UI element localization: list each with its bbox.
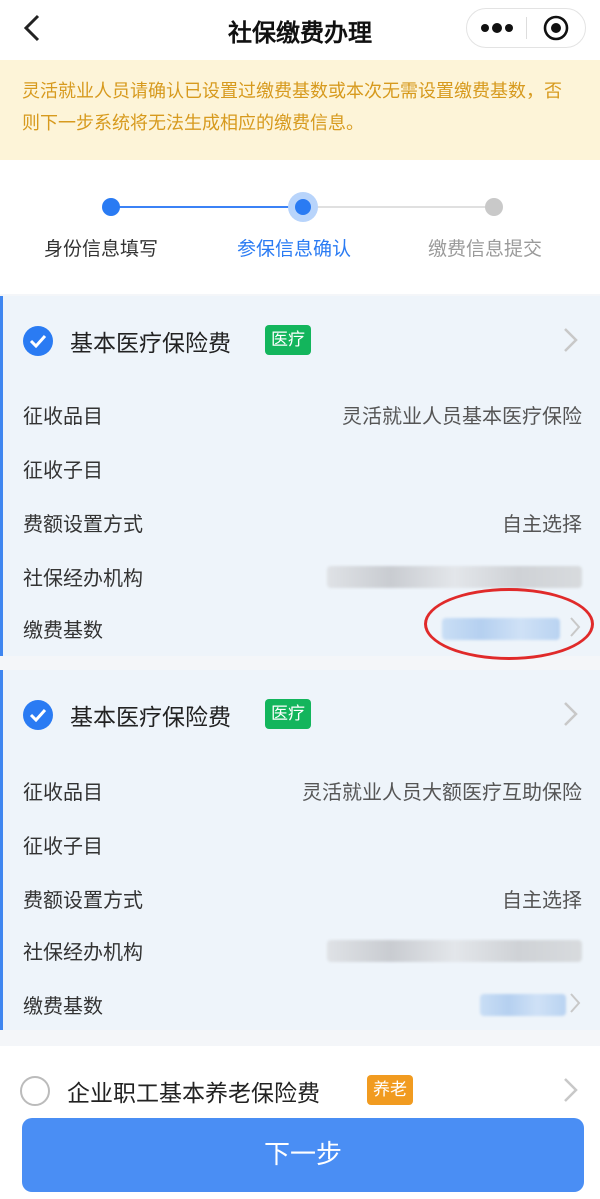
- row-label: 费额设置方式: [23, 888, 143, 912]
- redacted-value: [327, 940, 582, 962]
- step-dot-3: [485, 198, 503, 216]
- card-title: 基本医疗保险费: [70, 331, 231, 357]
- redacted-value: [327, 566, 582, 588]
- card-header[interactable]: 基本医疗保险费 医疗: [3, 670, 600, 762]
- row-collection-item: 征收品目 灵活就业人员基本医疗保险: [23, 392, 582, 432]
- chevron-right-icon[interactable]: [568, 992, 582, 1014]
- step-progress: 身份信息填写 参保信息确认 缴费信息提交: [0, 166, 600, 290]
- row-collection-item: 征收品目 灵活就业人员大额医疗互助保险: [23, 768, 582, 808]
- category-tag: 医疗: [265, 325, 311, 355]
- mini-program-capsule: [466, 8, 586, 48]
- row-value: 自主选择: [502, 888, 582, 912]
- footer-bar: 下一步: [0, 1114, 600, 1199]
- row-value: 灵活就业人员基本医疗保险: [342, 404, 582, 428]
- row-label: 缴费基数: [23, 994, 103, 1018]
- row-label: 社保经办机构: [23, 566, 143, 590]
- category-tag: 养老: [367, 1075, 413, 1105]
- step-label-1: 身份信息填写: [44, 238, 159, 260]
- row-fee-setting-method: 费额设置方式 自主选择: [23, 876, 582, 916]
- step-dot-2: [295, 199, 311, 215]
- card-title: 企业职工基本养老保险费: [67, 1081, 320, 1107]
- step-label-2: 参保信息确认: [237, 238, 352, 260]
- highlight-ellipse: [424, 588, 594, 660]
- category-tag: 医疗: [265, 699, 311, 729]
- row-label: 费额设置方式: [23, 512, 143, 536]
- check-circle-icon[interactable]: [23, 700, 53, 730]
- notice-banner: 灵活就业人员请确认已设置过缴费基数或本次无需设置缴费基数，否则下一步系统将无法生…: [0, 60, 600, 160]
- step-dot-1: [102, 198, 120, 216]
- row-label: 征收子目: [23, 458, 103, 482]
- chevron-right-icon[interactable]: [560, 700, 580, 728]
- unchecked-radio[interactable]: [20, 1076, 50, 1106]
- row-collection-subitem: 征收子目: [23, 446, 582, 486]
- row-label: 社保经办机构: [23, 940, 143, 964]
- row-contribution-base[interactable]: 缴费基数: [23, 982, 582, 1022]
- row-label: 征收品目: [23, 404, 103, 428]
- check-circle-icon[interactable]: [23, 326, 53, 356]
- redacted-value: [480, 994, 566, 1016]
- next-step-button[interactable]: 下一步: [22, 1118, 584, 1192]
- card-title: 基本医疗保险费: [70, 705, 231, 731]
- row-value: 灵活就业人员大额医疗互助保险: [302, 780, 582, 804]
- row-fee-setting-method: 费额设置方式 自主选择: [23, 500, 582, 540]
- chevron-right-icon[interactable]: [560, 326, 580, 354]
- row-label: 缴费基数: [23, 618, 103, 642]
- more-button[interactable]: [467, 9, 526, 47]
- card-header[interactable]: 基本医疗保险费 医疗: [3, 296, 600, 388]
- row-agency: 社保经办机构: [23, 928, 582, 968]
- row-collection-subitem: 征收子目: [23, 822, 582, 862]
- step-line-pending: [303, 206, 494, 208]
- target-circle-icon: [543, 15, 569, 41]
- row-value: 自主选择: [502, 512, 582, 536]
- insurance-card-2[interactable]: 基本医疗保险费 医疗 征收品目 灵活就业人员大额医疗互助保险 征收子目 费额设置…: [0, 670, 600, 1030]
- row-label: 征收品目: [23, 780, 103, 804]
- chevron-right-icon[interactable]: [560, 1076, 580, 1104]
- step-line-done: [111, 206, 303, 208]
- row-label: 征收子目: [23, 834, 103, 858]
- step-label-3: 缴费信息提交: [428, 238, 543, 260]
- more-dots-icon: [480, 23, 513, 33]
- nav-header: 社保缴费办理: [0, 0, 600, 56]
- close-button[interactable]: [527, 9, 585, 47]
